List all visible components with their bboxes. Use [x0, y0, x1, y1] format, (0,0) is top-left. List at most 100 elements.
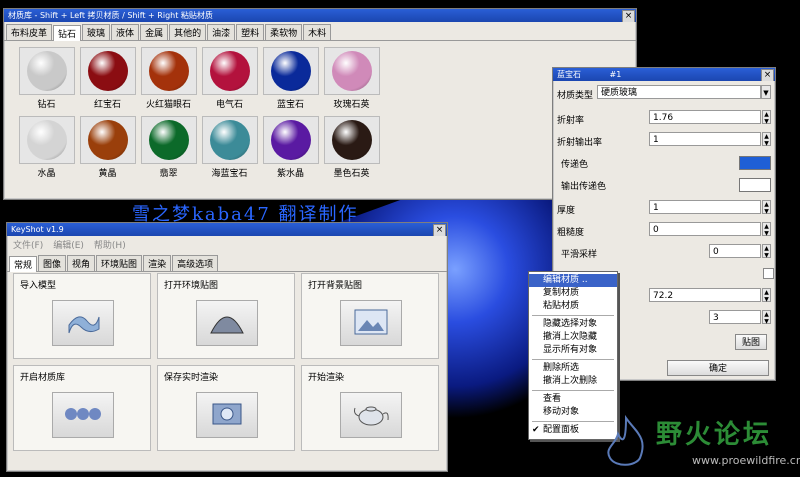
gem-thumbnail[interactable] — [201, 116, 258, 164]
spinner-icon[interactable]: ▲ ▼ — [762, 244, 771, 259]
gem-thumbnail[interactable] — [18, 47, 75, 95]
refraction-out-label: 折射输出率 — [557, 138, 603, 148]
gem-ball-icon — [331, 51, 372, 91]
gem-swatch-item[interactable]: 红宝石 — [77, 47, 138, 110]
library-tab[interactable]: 木料 — [303, 24, 332, 40]
transmission-color-swatch[interactable] — [739, 156, 771, 170]
gem-swatch-item[interactable]: 黄晶 — [77, 116, 138, 179]
extra-input-2[interactable]: 3 — [709, 310, 761, 324]
panel-action-button[interactable] — [196, 300, 258, 346]
gem-ball-icon — [87, 51, 128, 91]
panel-action-button[interactable] — [196, 392, 258, 438]
keyshot-tab[interactable]: 环境贴图 — [96, 255, 143, 271]
keyshot-tab[interactable]: 常规 — [9, 256, 38, 272]
library-tab[interactable]: 油漆 — [207, 24, 236, 40]
context-menu-item[interactable]: 撤消上次删除 — [529, 375, 617, 388]
keyshot-titlebar[interactable]: KeyShot v1.9 × — [7, 223, 447, 236]
panel-action-button[interactable] — [52, 300, 114, 346]
gem-swatch-item[interactable]: 钻石 — [16, 47, 77, 110]
library-tab[interactable]: 玻璃 — [82, 24, 111, 40]
gem-thumbnail[interactable] — [262, 116, 319, 164]
library-tab[interactable]: 柔软物 — [265, 24, 303, 40]
keyshot-tab[interactable]: 渲染 — [143, 255, 172, 271]
gem-thumbnail[interactable] — [18, 116, 75, 164]
paste-map-button[interactable]: 贴图 — [735, 334, 767, 350]
extra-input-1[interactable]: 72.2 — [649, 288, 761, 302]
keyshot-menubar: 文件(F) 编辑(E) 帮助(H) — [7, 236, 447, 253]
panel-action-button[interactable] — [52, 392, 114, 438]
context-menu-label: 撤消上次删除 — [543, 376, 598, 386]
library-tab[interactable]: 钻石 — [53, 25, 82, 41]
context-menu-item[interactable]: 复制材质 — [529, 287, 617, 300]
context-menu-item[interactable]: 编辑材质 .. — [529, 274, 617, 287]
refraction-out-input[interactable]: 1 — [649, 132, 761, 146]
menu-item[interactable]: 编辑(E) — [53, 238, 84, 251]
gem-swatch-item[interactable]: 电气石 — [199, 47, 260, 110]
gem-grid: 钻石 红宝石 火红猫眼石 电气石 蓝宝石 玫瑰石英 水晶 黄晶 翡翠 海蓝宝石 紫水晶 墨色石英 — [4, 41, 636, 179]
spinner-icon[interactable]: ▲ ▼ — [762, 288, 771, 303]
menu-separator — [532, 390, 614, 391]
gem-swatch-item[interactable]: 翡翠 — [138, 116, 199, 179]
close-icon[interactable]: × — [761, 69, 774, 81]
chevron-down-icon[interactable]: ▼ — [761, 85, 771, 99]
gem-thumbnail[interactable] — [323, 116, 380, 164]
context-menu-item[interactable]: 粘贴材质 — [529, 300, 617, 313]
gem-ball-icon — [26, 120, 67, 160]
gem-swatch-item[interactable]: 墨色石英 — [321, 116, 382, 179]
roughness-input[interactable]: 0 — [649, 222, 761, 236]
gem-swatch-item[interactable]: 玫瑰石英 — [321, 47, 382, 110]
spinner-icon[interactable]: ▲ ▼ — [762, 310, 771, 325]
gem-ball-icon — [87, 120, 128, 160]
smooth-label: 平滑采样 — [561, 250, 598, 260]
context-menu-item[interactable]: 隐藏选择对象 — [529, 318, 617, 331]
gem-thumbnail[interactable] — [140, 47, 197, 95]
gem-thumbnail[interactable] — [262, 47, 319, 95]
library-tab[interactable]: 塑料 — [236, 24, 265, 40]
out-transmission-color-swatch[interactable] — [739, 178, 771, 192]
library-titlebar[interactable]: 材质库 - Shift + Left 拷贝材质 / Shift + Right … — [4, 9, 636, 22]
context-menu-item[interactable]: 删除所选 — [529, 362, 617, 375]
library-tab[interactable]: 金属 — [140, 24, 169, 40]
library-tab[interactable]: 其他的 — [169, 24, 207, 40]
option-checkbox[interactable] — [763, 268, 774, 279]
editor-title: 蓝宝石 — [557, 70, 581, 79]
gem-label: 黄晶 — [98, 169, 117, 179]
refraction-input[interactable]: 1.76 — [649, 110, 761, 124]
close-icon[interactable]: × — [622, 10, 635, 22]
library-tab[interactable]: 布料皮革 — [6, 24, 53, 40]
spinner-icon[interactable]: ▲ ▼ — [762, 200, 771, 215]
roughness-label: 粗糙度 — [557, 228, 585, 238]
spinner-icon[interactable]: ▲ ▼ — [762, 110, 771, 125]
menu-item[interactable]: 帮助(H) — [94, 238, 126, 251]
material-type-select[interactable]: 硬质玻璃 — [597, 85, 761, 99]
smooth-input[interactable]: 0 — [709, 244, 761, 258]
thickness-input[interactable]: 1 — [649, 200, 761, 214]
spinner-icon[interactable]: ▲ ▼ — [762, 132, 771, 147]
keyshot-tab[interactable]: 图像 — [38, 255, 67, 271]
editor-title-extra: #1 — [609, 70, 622, 79]
keyshot-tab[interactable]: 高级选项 — [172, 255, 219, 271]
gem-thumbnail[interactable] — [323, 47, 380, 95]
gem-swatch-item[interactable]: 紫水晶 — [260, 116, 321, 179]
panel-action-button[interactable] — [340, 392, 402, 438]
context-menu-item[interactable]: 查看 — [529, 393, 617, 406]
menu-item[interactable]: 文件(F) — [13, 238, 43, 251]
library-tab[interactable]: 液体 — [111, 24, 140, 40]
editor-titlebar[interactable]: 蓝宝石 #1 × — [553, 68, 775, 81]
gem-thumbnail[interactable] — [79, 47, 136, 95]
gem-thumbnail[interactable] — [79, 116, 136, 164]
gem-ball-icon — [270, 51, 311, 91]
gem-swatch-item[interactable]: 海蓝宝石 — [199, 116, 260, 179]
panel-action-button[interactable] — [340, 300, 402, 346]
close-icon[interactable]: × — [433, 224, 446, 236]
gem-swatch-item[interactable]: 水晶 — [16, 116, 77, 179]
gem-thumbnail[interactable] — [140, 116, 197, 164]
gem-swatch-item[interactable]: 蓝宝石 — [260, 47, 321, 110]
context-menu-item[interactable]: 显示所有对象 — [529, 344, 617, 357]
context-menu-item[interactable]: 撤消上次隐藏 — [529, 331, 617, 344]
ok-button[interactable]: 确定 — [667, 360, 769, 376]
spinner-icon[interactable]: ▲ ▼ — [762, 222, 771, 237]
gem-thumbnail[interactable] — [201, 47, 258, 95]
gem-swatch-item[interactable]: 火红猫眼石 — [138, 47, 199, 110]
keyshot-tab[interactable]: 视角 — [67, 255, 96, 271]
